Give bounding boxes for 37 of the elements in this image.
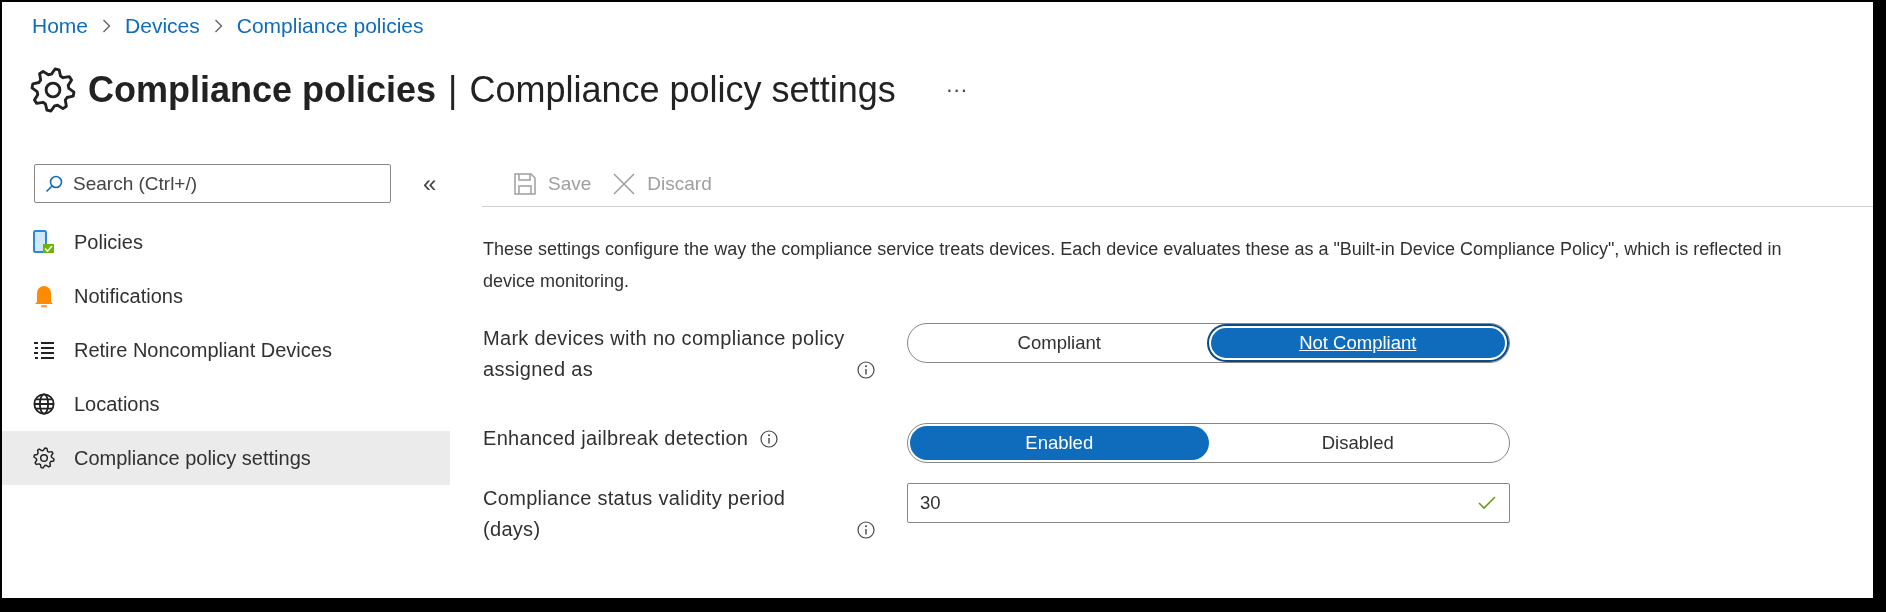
- device-check-icon: [33, 230, 55, 254]
- toggle-option[interactable]: Disabled: [1208, 426, 1507, 460]
- title-separator: |: [448, 69, 458, 111]
- collapse-button[interactable]: «: [419, 169, 441, 198]
- chevron-icon: [102, 19, 112, 33]
- description-text: These settings configure the way the compliance service treats devices. Each device evaluates these as a "Built-in Device Compliance Policy", which is reflected in device monitoring.: [483, 238, 1783, 293]
- setting-label: Enhanced jailbreak detection: [483, 426, 749, 451]
- setting-label: Compliance status validity period (days): [483, 486, 787, 542]
- more-button[interactable]: ···: [939, 75, 974, 105]
- nav-item[interactable]: Compliance policy settings: [2, 431, 450, 485]
- gear-icon: [33, 447, 55, 469]
- nav-item[interactable]: Retire Noncompliant Devices: [2, 323, 450, 377]
- nav-item[interactable]: Policies: [2, 215, 450, 269]
- toggle-option[interactable]: Compliant: [910, 326, 1209, 360]
- close-icon: [613, 173, 636, 195]
- nav-item[interactable]: Locations: [2, 377, 450, 431]
- breadcrumb-link[interactable]: Home: [32, 14, 89, 38]
- info-icon[interactable]: [760, 429, 779, 448]
- setting-label: Mark devices with no compliance policy assigned as: [483, 326, 845, 382]
- list-icon: [33, 341, 55, 359]
- page-subtitle: Compliance policy settings: [469, 69, 896, 111]
- nav-item[interactable]: Notifications: [2, 269, 450, 323]
- info-icon[interactable]: [857, 360, 875, 379]
- toggle-option[interactable]: Enabled: [910, 426, 1209, 460]
- search-field[interactable]: Search (Ctrl+/): [34, 164, 391, 203]
- page-title: Compliance policies: [88, 69, 437, 111]
- save-icon: [514, 173, 536, 195]
- breadcrumb-link[interactable]: Compliance policies: [236, 14, 424, 38]
- bell-icon: [33, 284, 55, 308]
- breadcrumb-link[interactable]: Devices: [125, 14, 200, 38]
- number-field[interactable]: 30: [907, 483, 1510, 523]
- globe-icon: [33, 393, 55, 415]
- info-icon[interactable]: [857, 520, 875, 539]
- toggle-option[interactable]: Not Compliant: [1208, 326, 1507, 360]
- search-icon: [45, 175, 63, 193]
- settings-icon: [30, 67, 76, 113]
- chevron-icon: [213, 19, 223, 33]
